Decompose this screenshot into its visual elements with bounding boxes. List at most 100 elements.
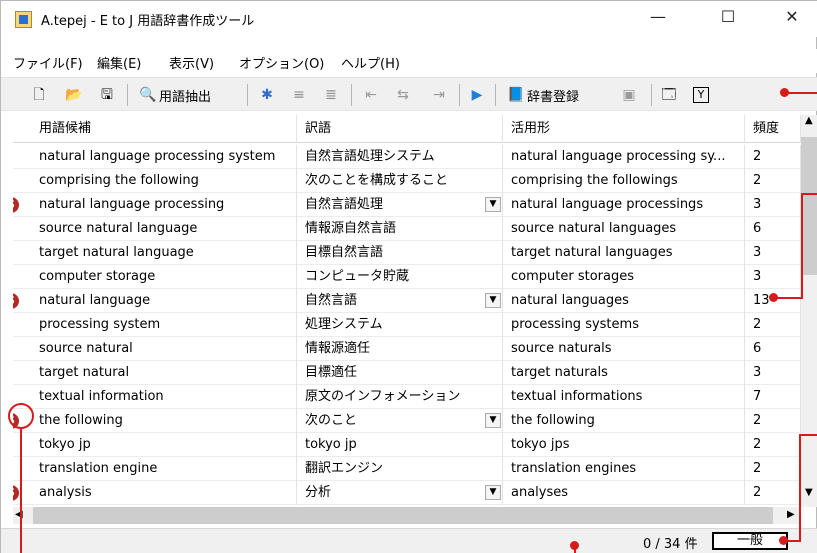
open-button[interactable]: 📂 [65, 85, 82, 105]
translation-dropdown-button[interactable]: ▼ [485, 485, 501, 500]
table-row[interactable]: tokyo jp tokyo jp tokyo jps 2 [13, 433, 801, 457]
list-tool2-button[interactable]: ≣ [323, 85, 339, 105]
scroll-down-icon[interactable]: ▼ [805, 487, 813, 498]
cell-term[interactable]: translation engine [31, 457, 297, 481]
properties-button[interactable]: 🗔 [661, 85, 677, 105]
cell-frequency[interactable]: 3 [745, 361, 801, 385]
cell-translation[interactable]: 自然言語処理システム [297, 145, 503, 169]
extract-terms-button[interactable]: 🔍 用語抽出 [139, 85, 211, 105]
cell-inflection[interactable]: textual informations [503, 385, 745, 409]
vertical-scroll-thumb[interactable] [801, 137, 817, 275]
convert-button[interactable]: ⇆ [395, 85, 411, 105]
cell-term[interactable]: source natural [31, 337, 297, 361]
cell-inflection[interactable]: computer storages [503, 265, 745, 289]
cell-inflection[interactable]: source naturals [503, 337, 745, 361]
cell-translation[interactable]: 目標適任 [297, 361, 503, 385]
cell-frequency[interactable]: 2 [745, 409, 801, 433]
move-left-button[interactable]: ⇤ [363, 85, 379, 105]
table-row[interactable]: target natural 目標適任 target naturals 3 [13, 361, 801, 385]
cell-term[interactable]: processing system [31, 313, 297, 337]
cell-translation[interactable]: 情報源自然言語 [297, 217, 503, 241]
scroll-right-icon[interactable]: ▶ [787, 509, 795, 520]
cell-term[interactable]: computer storage [31, 265, 297, 289]
cell-frequency[interactable]: 2 [745, 457, 801, 481]
menu-help[interactable]: ヘルプ(H) [341, 53, 400, 72]
asterisk-tool-button[interactable]: ✱ [259, 85, 275, 105]
table-row[interactable]: the following次のことthe following2S▼ [13, 409, 801, 433]
table-row[interactable]: computer storage コンピュータ貯蔵 computer storage… [13, 265, 801, 289]
cell-translation[interactable]: tokyo jp [297, 433, 503, 457]
horizontal-scroll-thumb[interactable] [33, 507, 773, 524]
register-dictionary-button[interactable]: 📘 辞書登録 [507, 85, 579, 105]
table-row[interactable]: target natural language 目標自然言語 target natu… [13, 241, 801, 265]
cell-frequency[interactable]: 3 [745, 265, 801, 289]
cell-inflection[interactable]: tokyo jps [503, 433, 745, 457]
cell-frequency[interactable]: 6 [745, 217, 801, 241]
cell-translation[interactable]: 自然言語処理 [297, 193, 503, 217]
cell-inflection[interactable]: source natural languages [503, 217, 745, 241]
table-row[interactable]: natural language processing 自然言語処理 natural… [13, 193, 801, 217]
cell-term[interactable]: target natural [31, 361, 297, 385]
cell-frequency[interactable]: 2 [745, 169, 801, 193]
dictionary-view-button[interactable]: ▣ [621, 85, 637, 105]
menu-view[interactable]: 表示(V) [169, 53, 214, 72]
genre-selector[interactable]: 一般 [712, 532, 788, 550]
cell-term[interactable]: the following [31, 409, 297, 433]
translation-dropdown-button[interactable]: ▼ [485, 413, 501, 428]
table-row[interactable]: comprising the following 次のことを構成すること compr… [13, 169, 801, 193]
menu-edit[interactable]: 編集(E) [97, 53, 141, 72]
cell-term[interactable]: comprising the following [31, 169, 297, 193]
cell-translation[interactable]: 自然言語 [297, 289, 503, 313]
translation-dropdown-button[interactable]: ▼ [485, 293, 501, 308]
save-button[interactable]: 🖫 [99, 85, 115, 105]
cell-translation[interactable]: 処理システム [297, 313, 503, 337]
cell-inflection[interactable]: processing systems [503, 313, 745, 337]
cell-translation[interactable]: 情報源適任 [297, 337, 503, 361]
table-row[interactable]: natural language自然言語natural languages13S… [13, 289, 801, 313]
filter-button[interactable]: Y [693, 85, 709, 105]
run-button[interactable]: ▶ [469, 85, 485, 105]
cell-translation[interactable]: コンピュータ貯蔵 [297, 265, 503, 289]
minimize-button[interactable]: — [635, 1, 681, 33]
cell-inflection[interactable]: analyses [503, 481, 745, 505]
cell-term[interactable]: tokyo jp [31, 433, 297, 457]
column-header-translation[interactable]: 訳語 [297, 115, 503, 143]
table-row[interactable]: analysis分析analyses2 S ▼ [13, 481, 801, 505]
close-button[interactable]: ✕ [769, 1, 815, 33]
cell-term[interactable]: natural language [31, 289, 297, 313]
table-row[interactable]: source natural 情報源適任 source naturals 6 [13, 337, 801, 361]
move-right-button[interactable]: ⇥ [431, 85, 447, 105]
new-file-button[interactable]: 🗋 [31, 85, 47, 105]
menu-options[interactable]: オプション(O) [239, 53, 324, 72]
cell-frequency[interactable]: 2 [745, 145, 801, 169]
cell-inflection[interactable]: natural languages [503, 289, 745, 313]
scroll-up-icon[interactable]: ▲ [805, 115, 813, 126]
cell-frequency[interactable]: 3 [745, 193, 801, 217]
cell-inflection[interactable]: natural language processing sy... [503, 145, 745, 169]
translation-dropdown-button[interactable]: ▼ [485, 197, 501, 212]
cell-inflection[interactable]: target naturals [503, 361, 745, 385]
cell-inflection[interactable]: the following [503, 409, 745, 433]
table-row[interactable]: source natural language 情報源自然言語 source nat… [13, 217, 801, 241]
column-header-inflection[interactable]: 活用形 [503, 115, 745, 143]
list-tool-button[interactable]: ≡ [291, 85, 307, 105]
table-row[interactable]: natural language processing system 自然言語処理… [13, 145, 801, 169]
cell-inflection[interactable]: natural language processings [503, 193, 745, 217]
cell-inflection[interactable]: target natural languages [503, 241, 745, 265]
table-row[interactable]: translation engine 翻訳エンジン translation engi… [13, 457, 801, 481]
cell-translation[interactable]: 分析 [297, 481, 503, 505]
cell-translation[interactable]: 次のことを構成すること [297, 169, 503, 193]
cell-term[interactable]: source natural language [31, 217, 297, 241]
cell-translation[interactable]: 翻訳エンジン [297, 457, 503, 481]
table-row[interactable]: textual information 原文のインフォメーション textual i… [13, 385, 801, 409]
column-header-term[interactable]: 用語候補 [31, 115, 297, 143]
cell-inflection[interactable]: comprising the followings [503, 169, 745, 193]
cell-term[interactable]: natural language processing [31, 193, 297, 217]
cell-translation[interactable]: 次のこと [297, 409, 503, 433]
column-header-frequency[interactable]: 頻度 [745, 115, 801, 143]
cell-term[interactable]: analysis [31, 481, 297, 505]
cell-term[interactable]: target natural language [31, 241, 297, 265]
cell-translation[interactable]: 原文のインフォメーション [297, 385, 503, 409]
maximize-button[interactable]: ☐ [705, 1, 751, 33]
cell-translation[interactable]: 目標自然言語 [297, 241, 503, 265]
